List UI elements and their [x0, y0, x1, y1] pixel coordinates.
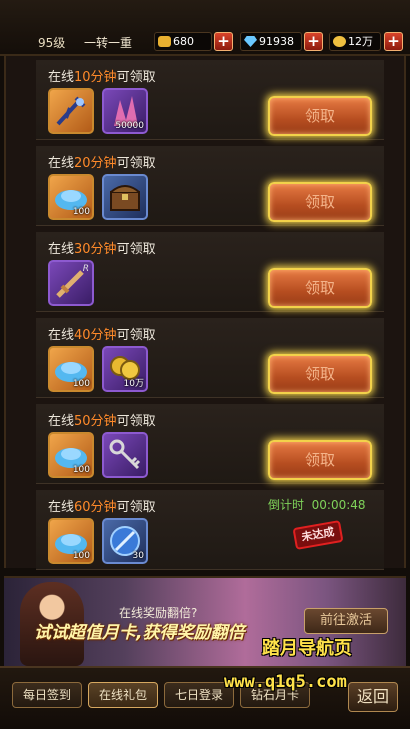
player-level: 95级 — [38, 36, 66, 50]
reward-row-60min: 在线60分钟可领取 倒计时 00:00:48 100 30 未达成 — [36, 490, 384, 570]
reward-row-40min: 在线40分钟可领取 100 10万 领取 — [36, 318, 384, 398]
bottom-nav: 每日签到 在线礼包 七日登录 钻石月卡 返回 — [0, 666, 410, 729]
blue-crystals-item-icon[interactable]: 100 — [48, 432, 94, 478]
blue-crystals-item-icon[interactable]: 100 — [48, 346, 94, 392]
reward-row-10min: 在线10分钟可领取 50000 领取 — [36, 60, 384, 140]
sword-item-icon[interactable]: R — [48, 260, 94, 306]
key-item-icon[interactable] — [102, 432, 148, 478]
reward-row-30min: 在线30分钟可领取 R 领取 — [36, 232, 384, 312]
add-diamond-button[interactable]: + — [304, 32, 323, 51]
claim-button[interactable]: 领取 — [268, 268, 372, 308]
reward-title: 在线40分钟可领取 — [48, 328, 156, 343]
coin-icon — [333, 36, 346, 47]
reward-title: 在线30分钟可领取 — [48, 242, 156, 257]
countdown-timer: 倒计时 00:00:48 — [268, 498, 366, 512]
claim-button[interactable]: 领取 — [268, 182, 372, 222]
claim-button[interactable]: 领取 — [268, 440, 372, 480]
reward-title: 在线60分钟可领取 — [48, 500, 156, 515]
reward-row-50min: 在线50分钟可领取 100 领取 — [36, 404, 384, 484]
tab-daily-signin[interactable]: 每日签到 — [12, 682, 82, 708]
treasure-chest-icon[interactable] — [102, 174, 148, 220]
add-coin-button[interactable]: + — [384, 32, 403, 51]
gold-value: 680 — [173, 35, 194, 48]
watermark-title: 踏月导航页 — [262, 638, 352, 659]
reward-title: 在线10分钟可领取 — [48, 70, 156, 85]
orb-item-icon[interactable]: 30 — [102, 518, 148, 564]
diamond-value: 91938 — [259, 35, 294, 48]
player-rank: 一转一重 — [84, 36, 133, 50]
blue-crystals-item-icon[interactable]: 100 — [48, 174, 94, 220]
add-gold-button[interactable]: + — [214, 32, 233, 51]
not-reached-stamp: 未达成 — [292, 519, 344, 551]
back-button[interactable]: 返回 — [348, 682, 398, 712]
crystal-item-icon[interactable]: 50000 — [102, 88, 148, 134]
blue-crystals-item-icon[interactable]: 100 — [48, 518, 94, 564]
reward-title: 在线20分钟可领取 — [48, 156, 156, 171]
claim-button[interactable]: 领取 — [268, 354, 372, 394]
coins-item-icon[interactable]: 10万 — [102, 346, 148, 392]
coin-value: 12万 — [348, 35, 373, 48]
reward-title: 在线50分钟可领取 — [48, 414, 156, 429]
activate-button[interactable]: 前往激活 — [304, 608, 388, 634]
diamond-icon — [244, 36, 257, 47]
gold-counter: 680 — [154, 32, 212, 51]
online-reward-panel: 在线10分钟可领取 50000 领取 在线20分钟可领取 100 领取 在线30… — [4, 56, 406, 570]
claim-button[interactable]: 领取 — [268, 96, 372, 136]
reward-row-20min: 在线20分钟可领取 100 领取 — [36, 146, 384, 226]
diamond-counter: 91938 — [240, 32, 302, 51]
watermark-url: www.q1q5.com — [224, 672, 347, 692]
gold-ingot-icon — [158, 36, 171, 47]
weapon-item-icon[interactable] — [48, 88, 94, 134]
tab-online-gift[interactable]: 在线礼包 — [88, 682, 158, 708]
banner-slogan: 试试超值月卡,获得奖励翻倍 — [34, 623, 245, 643]
coin-counter: 12万 — [329, 32, 381, 51]
top-status-bar: 95级 一转一重 680 + 91938 + 12万 + — [0, 0, 410, 56]
